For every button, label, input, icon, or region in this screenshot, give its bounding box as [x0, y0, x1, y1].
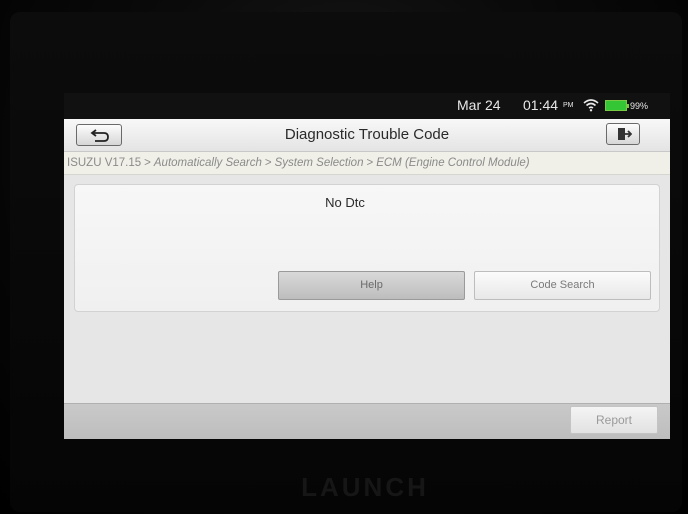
- breadcrumb-item[interactable]: System Selection: [275, 157, 364, 169]
- exit-door-icon: [618, 128, 632, 140]
- back-button[interactable]: [76, 124, 122, 146]
- breadcrumb-item[interactable]: Automatically Search: [154, 157, 262, 169]
- back-arrow-icon: [90, 129, 109, 142]
- status-date: Mar 24: [457, 97, 501, 113]
- wifi-icon: [583, 98, 599, 112]
- page-title: Diagnostic Trouble Code: [284, 126, 450, 143]
- breadcrumb-item[interactable]: ECM (Engine Control Module): [376, 157, 529, 169]
- breadcrumb-item[interactable]: ISUZU V17.15: [67, 157, 141, 169]
- dtc-message: No Dtc: [325, 195, 365, 210]
- dtc-panel: No Dtc Help Code Search: [74, 184, 660, 312]
- code-search-button[interactable]: Code Search: [474, 271, 651, 300]
- battery-percent: 99%: [630, 101, 649, 111]
- exit-button[interactable]: [606, 123, 640, 145]
- status-ampm: PM: [563, 102, 574, 109]
- battery-icon: [605, 100, 629, 111]
- breadcrumb-path: ISUZU V17.15 > Automatically Search > System…: [67, 157, 530, 169]
- title-bar: Diagnostic Trouble Code: [64, 119, 670, 152]
- content-area: No Dtc Help Code Search: [64, 175, 670, 403]
- report-button[interactable]: Report: [570, 406, 658, 434]
- device-brand-logo: LAUNCH: [301, 472, 429, 502]
- help-button[interactable]: Help: [278, 271, 465, 300]
- breadcrumb-separator: >: [264, 157, 272, 169]
- bottom-toolbar: Report: [64, 403, 670, 439]
- breadcrumb: ISUZU V17.15 > Automatically Search > System…: [64, 152, 670, 175]
- breadcrumb-separator: >: [144, 157, 151, 169]
- breadcrumb-separator: >: [366, 157, 374, 169]
- status-bar: Mar 24 01:44 PM 99%: [64, 93, 670, 119]
- device-screen: Mar 24 01:44 PM 99% Diagnostic Trouble C…: [64, 93, 670, 439]
- status-time: 01:44: [523, 97, 559, 113]
